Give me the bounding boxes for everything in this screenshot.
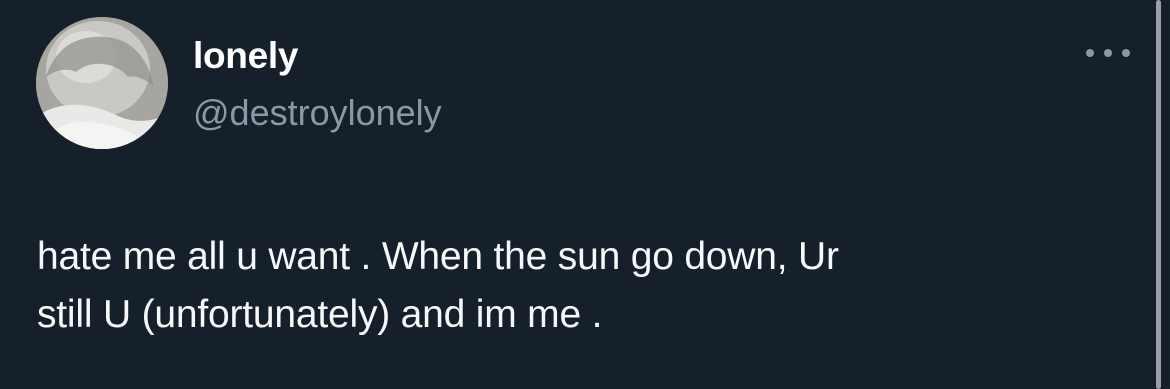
author-handle[interactable]: @destroylonely: [193, 92, 442, 134]
author-display-name[interactable]: lonely: [193, 34, 298, 78]
more-dot-icon: [1086, 49, 1094, 57]
more-dot-icon: [1104, 49, 1112, 57]
scrollbar-thumb[interactable]: [1156, 0, 1161, 389]
author-avatar[interactable]: [36, 17, 168, 149]
tweet-card: lonely @destroylonely hate me all u want…: [0, 0, 1150, 389]
more-dot-icon: [1122, 49, 1130, 57]
tweet-text-line: hate me all u want . When the sun go dow…: [37, 235, 839, 278]
scrollbar[interactable]: [1150, 0, 1170, 389]
more-options-button[interactable]: [1086, 42, 1130, 64]
tweet-text-line: still U (unfortunately) and im me .: [37, 293, 603, 336]
avatar-photo-icon: [36, 17, 168, 149]
tweet-text: hate me all u want . When the sun go dow…: [37, 228, 1117, 344]
